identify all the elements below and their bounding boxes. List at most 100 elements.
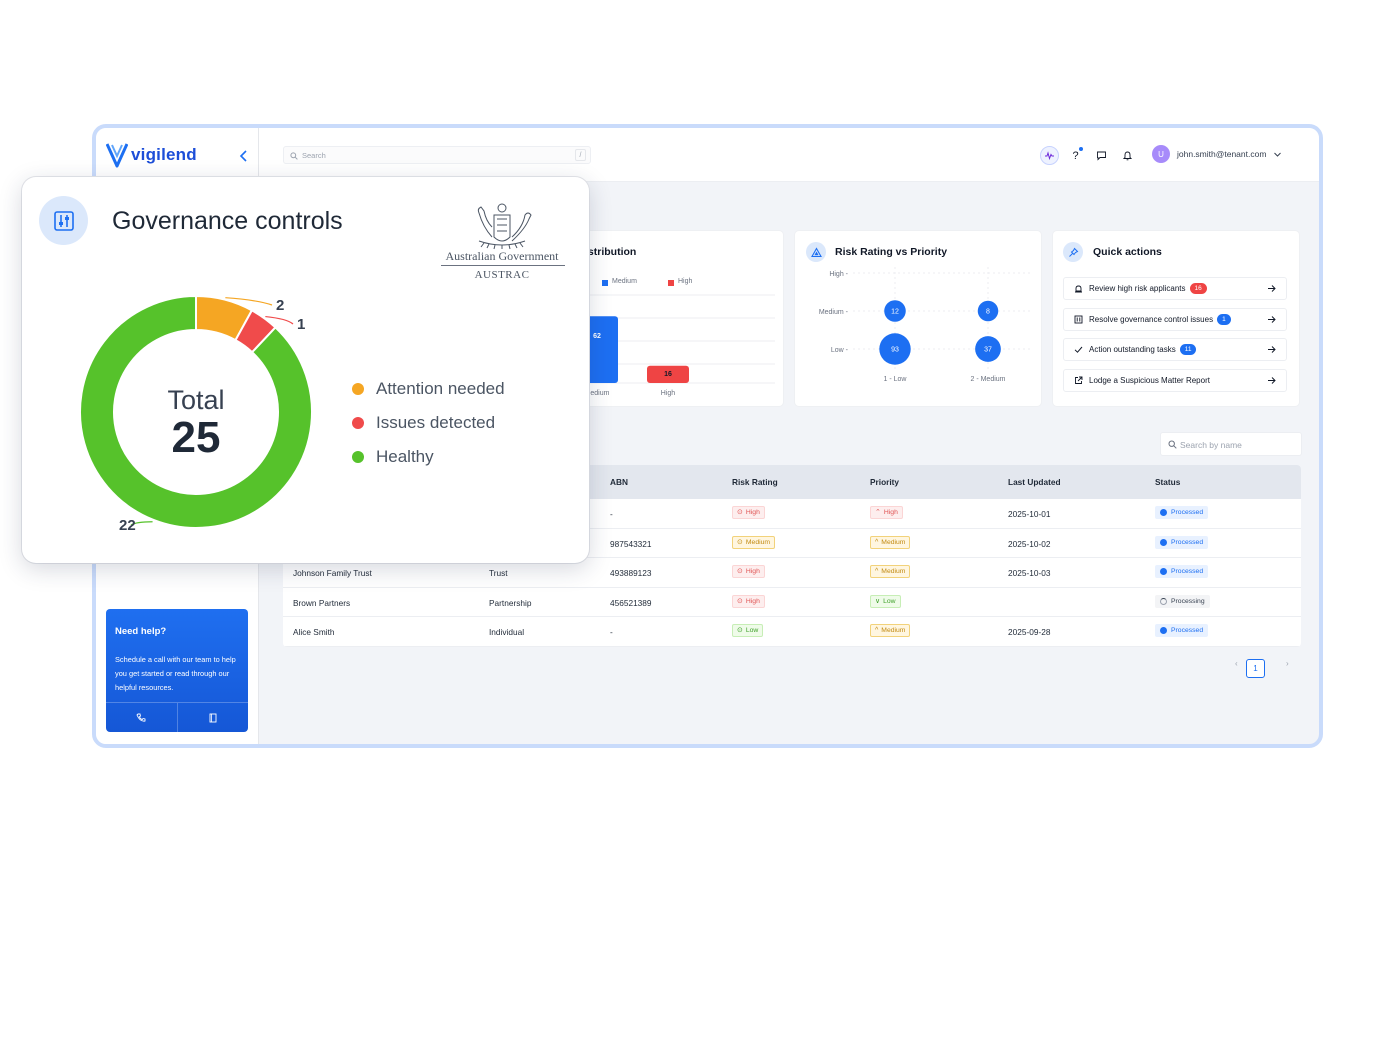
donut-value-label: 22 [119,517,136,534]
arrow-right-icon [1268,285,1276,292]
bell-icon [1122,151,1133,161]
external-edit-icon [1075,376,1083,384]
cell-type: Partnership [489,597,532,608]
quick-action-outstanding-tasks[interactable]: Action outstanding tasks 11 [1063,338,1287,361]
quick-action-label: Lodge a Suspicious Matter Report [1089,376,1210,385]
priority-badge: ^ Medium [870,565,911,578]
count-badge: 1 [1217,314,1231,325]
avatar: U [1152,145,1170,163]
col-priority[interactable]: Priority [870,477,899,487]
count-badge: 11 [1179,344,1197,355]
messages-button[interactable] [1092,146,1111,165]
arrow-right-icon [1268,316,1276,323]
cell-name: Johnson Family Trust [293,568,372,578]
quick-action-label: Action outstanding tasks [1089,345,1176,354]
topbar-icons: ? [1040,146,1137,165]
search-icon [290,152,298,160]
cell-type: Individual [489,627,525,637]
legend-attention-needed: Attention needed [352,379,505,399]
topbar: Search / ? U john.smith@tenant.com [259,128,1319,182]
check-circle-icon [1160,509,1167,516]
search-by-name-placeholder: Search by name [1180,440,1242,450]
status-label: Processing [1171,597,1205,605]
prev-page-button[interactable]: ‹ [1235,659,1238,668]
arrow-right-icon [1268,346,1276,353]
quick-action-review-high-risk[interactable]: Review high risk applicants 16 [1063,277,1287,300]
quick-action-label: Review high risk applicants [1089,284,1186,293]
logo[interactable]: vigilend [106,142,197,168]
governance-controls-card: Governance controls Australian Governmen… [22,177,589,563]
bar-category-label: High [661,390,676,397]
sliders-icon [1074,315,1083,324]
help-body: Schedule a call with our team to help yo… [115,655,236,692]
notifications-button[interactable] [1118,146,1137,165]
priority-icon: ^ [875,538,879,546]
question-icon: ? [1072,149,1079,162]
search-shortcut-key: / [575,149,586,161]
bubble-value-label: 8 [986,309,990,316]
status-label: Processed [1171,538,1204,546]
bar-value-label: 16 [664,371,672,378]
phone-icon [136,713,146,722]
col-status[interactable]: Status [1155,477,1180,487]
quick-action-governance-issues[interactable]: Resolve governance control issues 1 [1063,308,1287,331]
alarm-icon [1075,285,1082,293]
search-icon [1168,440,1177,449]
quick-actions-title: Quick actions [1093,246,1162,258]
table-row[interactable]: Alice Smith Individual - ⊙ Low ^ Medium 2025-09… [283,617,1301,647]
search-by-name-input[interactable]: Search by name [1160,432,1302,456]
priority-label: High [883,509,898,516]
cell-updated: 2025-10-01 [1008,509,1051,519]
donut-total-value: 25 [172,413,221,462]
collapse-sidebar-icon[interactable] [236,148,252,164]
legend-healthy-dot [352,451,364,463]
risk-label: High [745,568,760,575]
priority-label: Medium [881,538,906,546]
risk-label: Medium [745,538,771,546]
pin-icon [1063,242,1083,262]
cell-abn: 456521389 [610,597,652,608]
global-search-input[interactable]: Search / [283,146,591,164]
risk-label: High [745,509,760,516]
col-last-updated[interactable]: Last Updated [1008,477,1061,487]
cell-name: Alice Smith [293,627,335,637]
quick-action-lodge-smr[interactable]: Lodge a Suspicious Matter Report [1063,369,1287,392]
check-circle-icon [1160,538,1167,546]
y-axis-label: Medium - [819,309,849,316]
risk-badge: ⊙ Medium [732,535,776,549]
y-axis-label: Low - [831,347,849,354]
bubble-value-label: 12 [891,309,899,316]
check-circle-icon [1160,627,1167,634]
col-risk-rating[interactable]: Risk Rating [732,477,778,487]
help-actions [106,702,248,732]
status-badge: Processed [1155,535,1209,549]
bar-value-label: 62 [593,333,601,340]
col-abn[interactable]: ABN [610,477,628,487]
logo-text: vigilend [131,145,197,164]
risk-badge: ⊙ High [732,506,765,519]
page-1-button[interactable]: 1 [1246,659,1265,678]
chat-icon [1097,151,1106,161]
risk-icon: ⊙ [737,627,743,634]
help-button[interactable]: ? [1066,146,1085,165]
chevron-down-icon [1274,152,1282,157]
user-menu[interactable]: U john.smith@tenant.com [1152,145,1282,163]
status-badge: Processed [1155,565,1209,578]
help-title: Need help? [115,626,167,637]
donut-value-label: 2 [276,297,284,314]
quick-actions-card: Quick actions Review high risk applicant… [1053,231,1299,406]
legend-issues-detected: Issues detected [352,413,495,433]
table-row[interactable]: Brown Partners Partnership 456521389 ⊙ High ∨… [283,588,1301,617]
cell-abn: - [610,509,613,519]
next-page-button[interactable]: › [1286,659,1289,668]
ai-assistant-button[interactable] [1040,146,1059,165]
status-badge: Processed [1155,506,1209,519]
risk-badge: ⊙ Low [732,624,764,637]
legend-attention-dot [352,383,364,395]
risk-label: High [745,597,760,605]
priority-icon: ⌃ [875,509,881,516]
resources-button[interactable] [178,703,249,732]
call-button[interactable] [106,703,178,732]
cell-abn: - [610,627,613,637]
risk-icon: ⊙ [737,568,743,575]
